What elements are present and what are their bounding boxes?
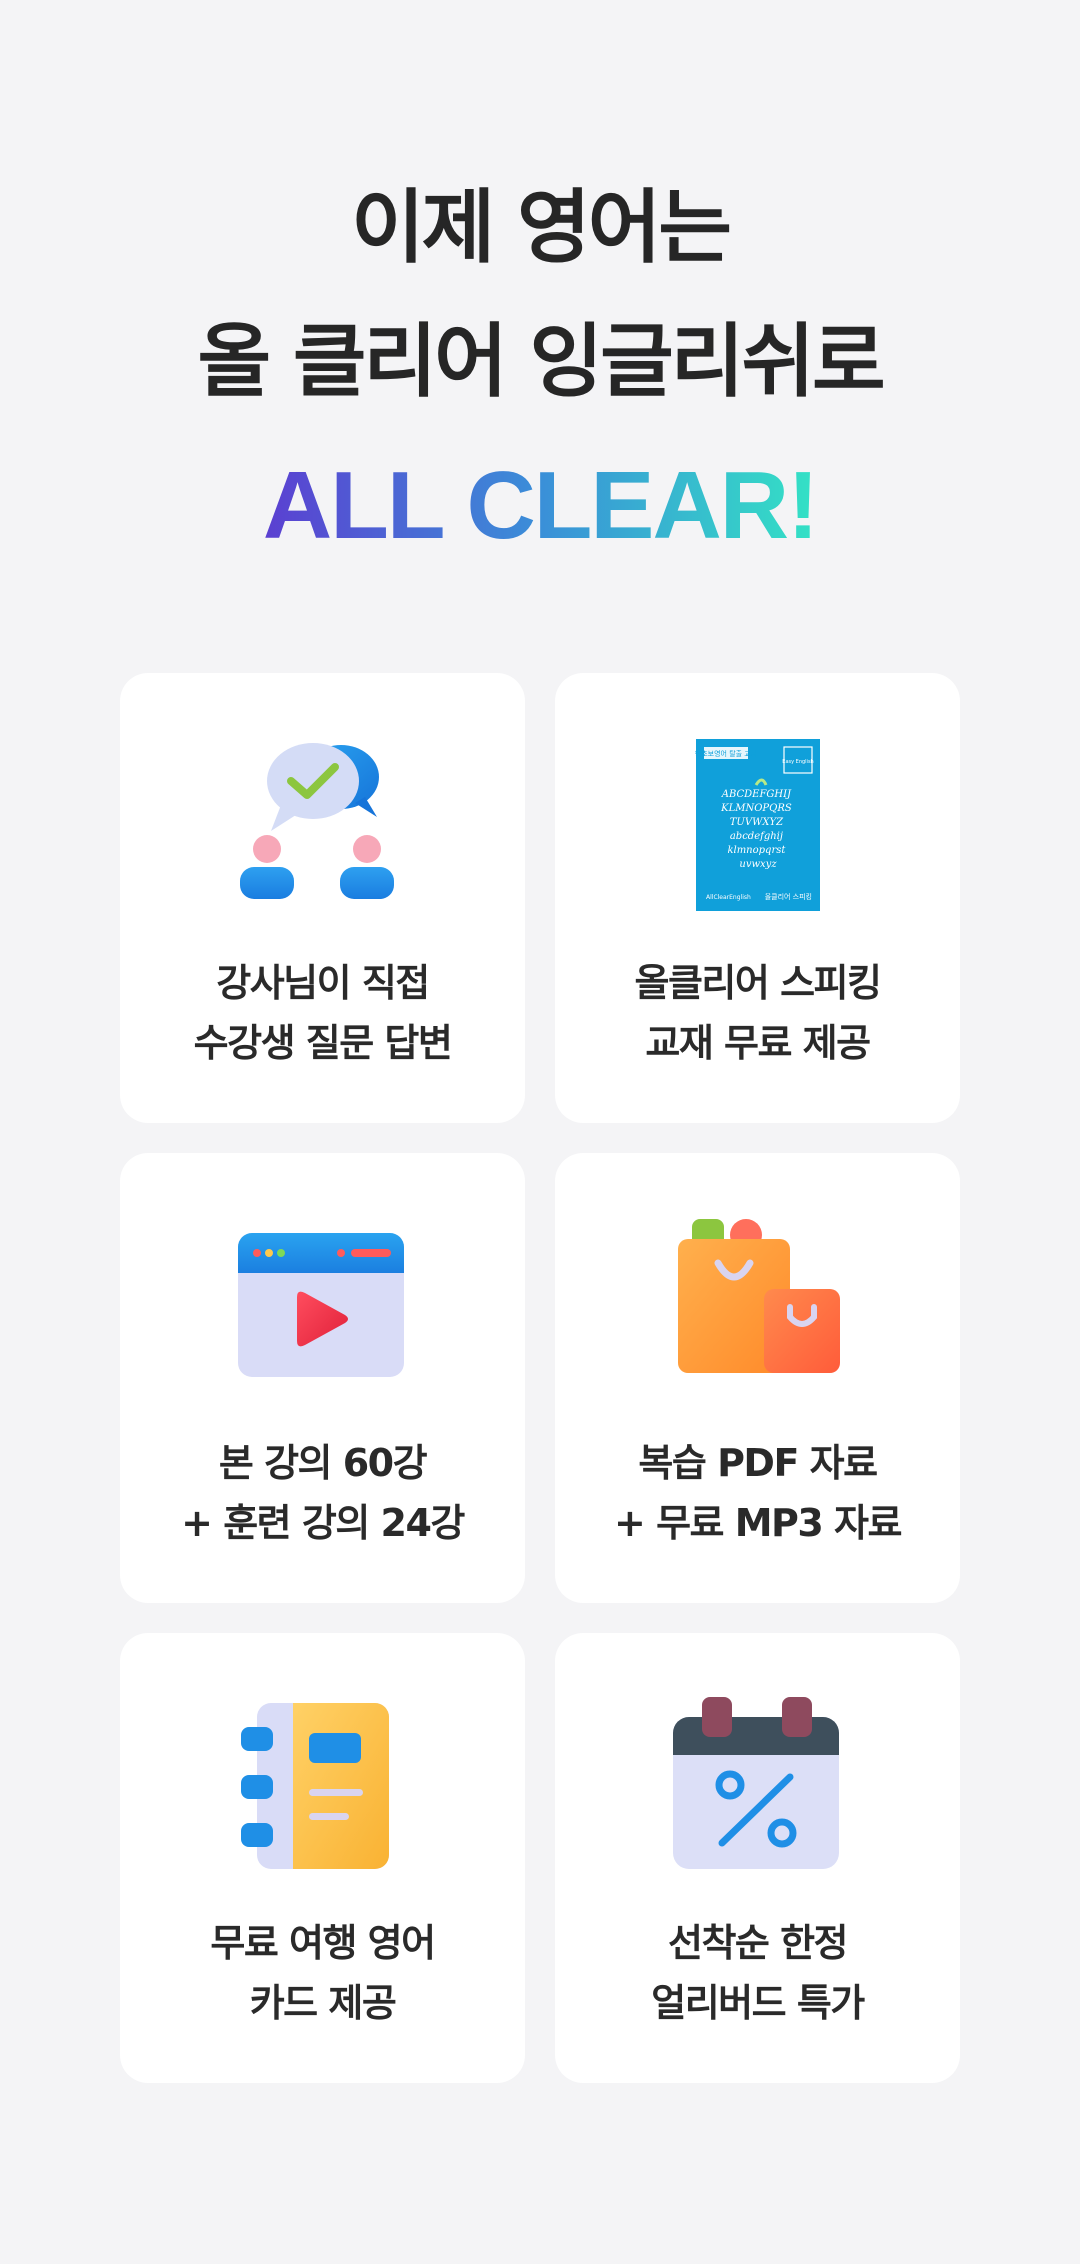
caption-line-2: 수강생 질문 답변 [193, 1021, 453, 1065]
feature-caption: 본 강의 60강 + 훈련 강의 24강 [120, 1433, 525, 1553]
feature-caption: 강사님이 직접 수강생 질문 답변 [120, 953, 525, 1073]
feature-card-materials: 복습 PDF 자료 + 무료 MP3 자료 [555, 1153, 960, 1603]
caption-line-2: 얼리버드 특가 [651, 1981, 865, 2025]
caption-line-2: 교재 무료 제공 [645, 1021, 871, 1065]
caption-line-1: 선착순 한정 [667, 1921, 849, 1965]
feature-card-early-bird: 선착순 한정 얼리버드 특가 [555, 1633, 960, 2083]
feature-card-lectures: 본 강의 60강 + 훈련 강의 24강 [120, 1153, 525, 1603]
caption-line-2: + 훈련 강의 24강 [181, 1501, 465, 1545]
calendar-discount-icon [672, 1693, 842, 1873]
book-badge-text: 왕초보영어 탈출 교재 [695, 749, 757, 758]
video-player-icon [237, 1213, 407, 1393]
feature-card-qna: 강사님이 직접 수강생 질문 답변 [120, 673, 525, 1123]
all-clear-text: ALL CLEAR! [263, 452, 817, 559]
book-corner-text: Easy English [782, 759, 813, 765]
caption-line-1: 복습 PDF 자료 [638, 1441, 878, 1485]
caption-line-1: 무료 여행 영어 [210, 1921, 436, 1965]
caption-line-1: 강사님이 직접 [216, 961, 430, 1005]
all-clear-heading: ALL CLEAR! [0, 450, 1080, 560]
book-footer-left: AllClearEnglish [706, 894, 751, 901]
headline-line-1: 이제 영어는 [351, 181, 732, 274]
caption-line-2: 카드 제공 [249, 1981, 397, 2025]
feature-caption: 무료 여행 영어 카드 제공 [120, 1913, 525, 2033]
feature-card-textbook: 왕초보영어 탈출 교재 Easy English ABCDEFGHIJ KLMN… [555, 673, 960, 1123]
feature-card-travel-cards: 무료 여행 영어 카드 제공 [120, 1633, 525, 2083]
headline-line-2: 올 클리어 잉글리쉬로 [197, 315, 885, 408]
caption-line-2: + 무료 MP3 자료 [614, 1501, 902, 1545]
book-footer-right: 올클리어 스피킹 [765, 892, 812, 901]
feature-caption: 올클리어 스피킹 교재 무료 제공 [555, 953, 960, 1073]
feature-caption: 복습 PDF 자료 + 무료 MP3 자료 [555, 1433, 960, 1553]
chat-check-icon [237, 733, 407, 913]
shopping-bags-icon [672, 1213, 842, 1393]
notebook-icon [237, 1693, 407, 1873]
caption-line-1: 본 강의 60강 [218, 1441, 428, 1485]
feature-caption: 선착순 한정 얼리버드 특가 [555, 1913, 960, 2033]
caption-line-1: 올클리어 스피킹 [634, 961, 882, 1005]
textbook-cover-icon: 왕초보영어 탈출 교재 Easy English ABCDEFGHIJ KLMN… [672, 733, 842, 913]
